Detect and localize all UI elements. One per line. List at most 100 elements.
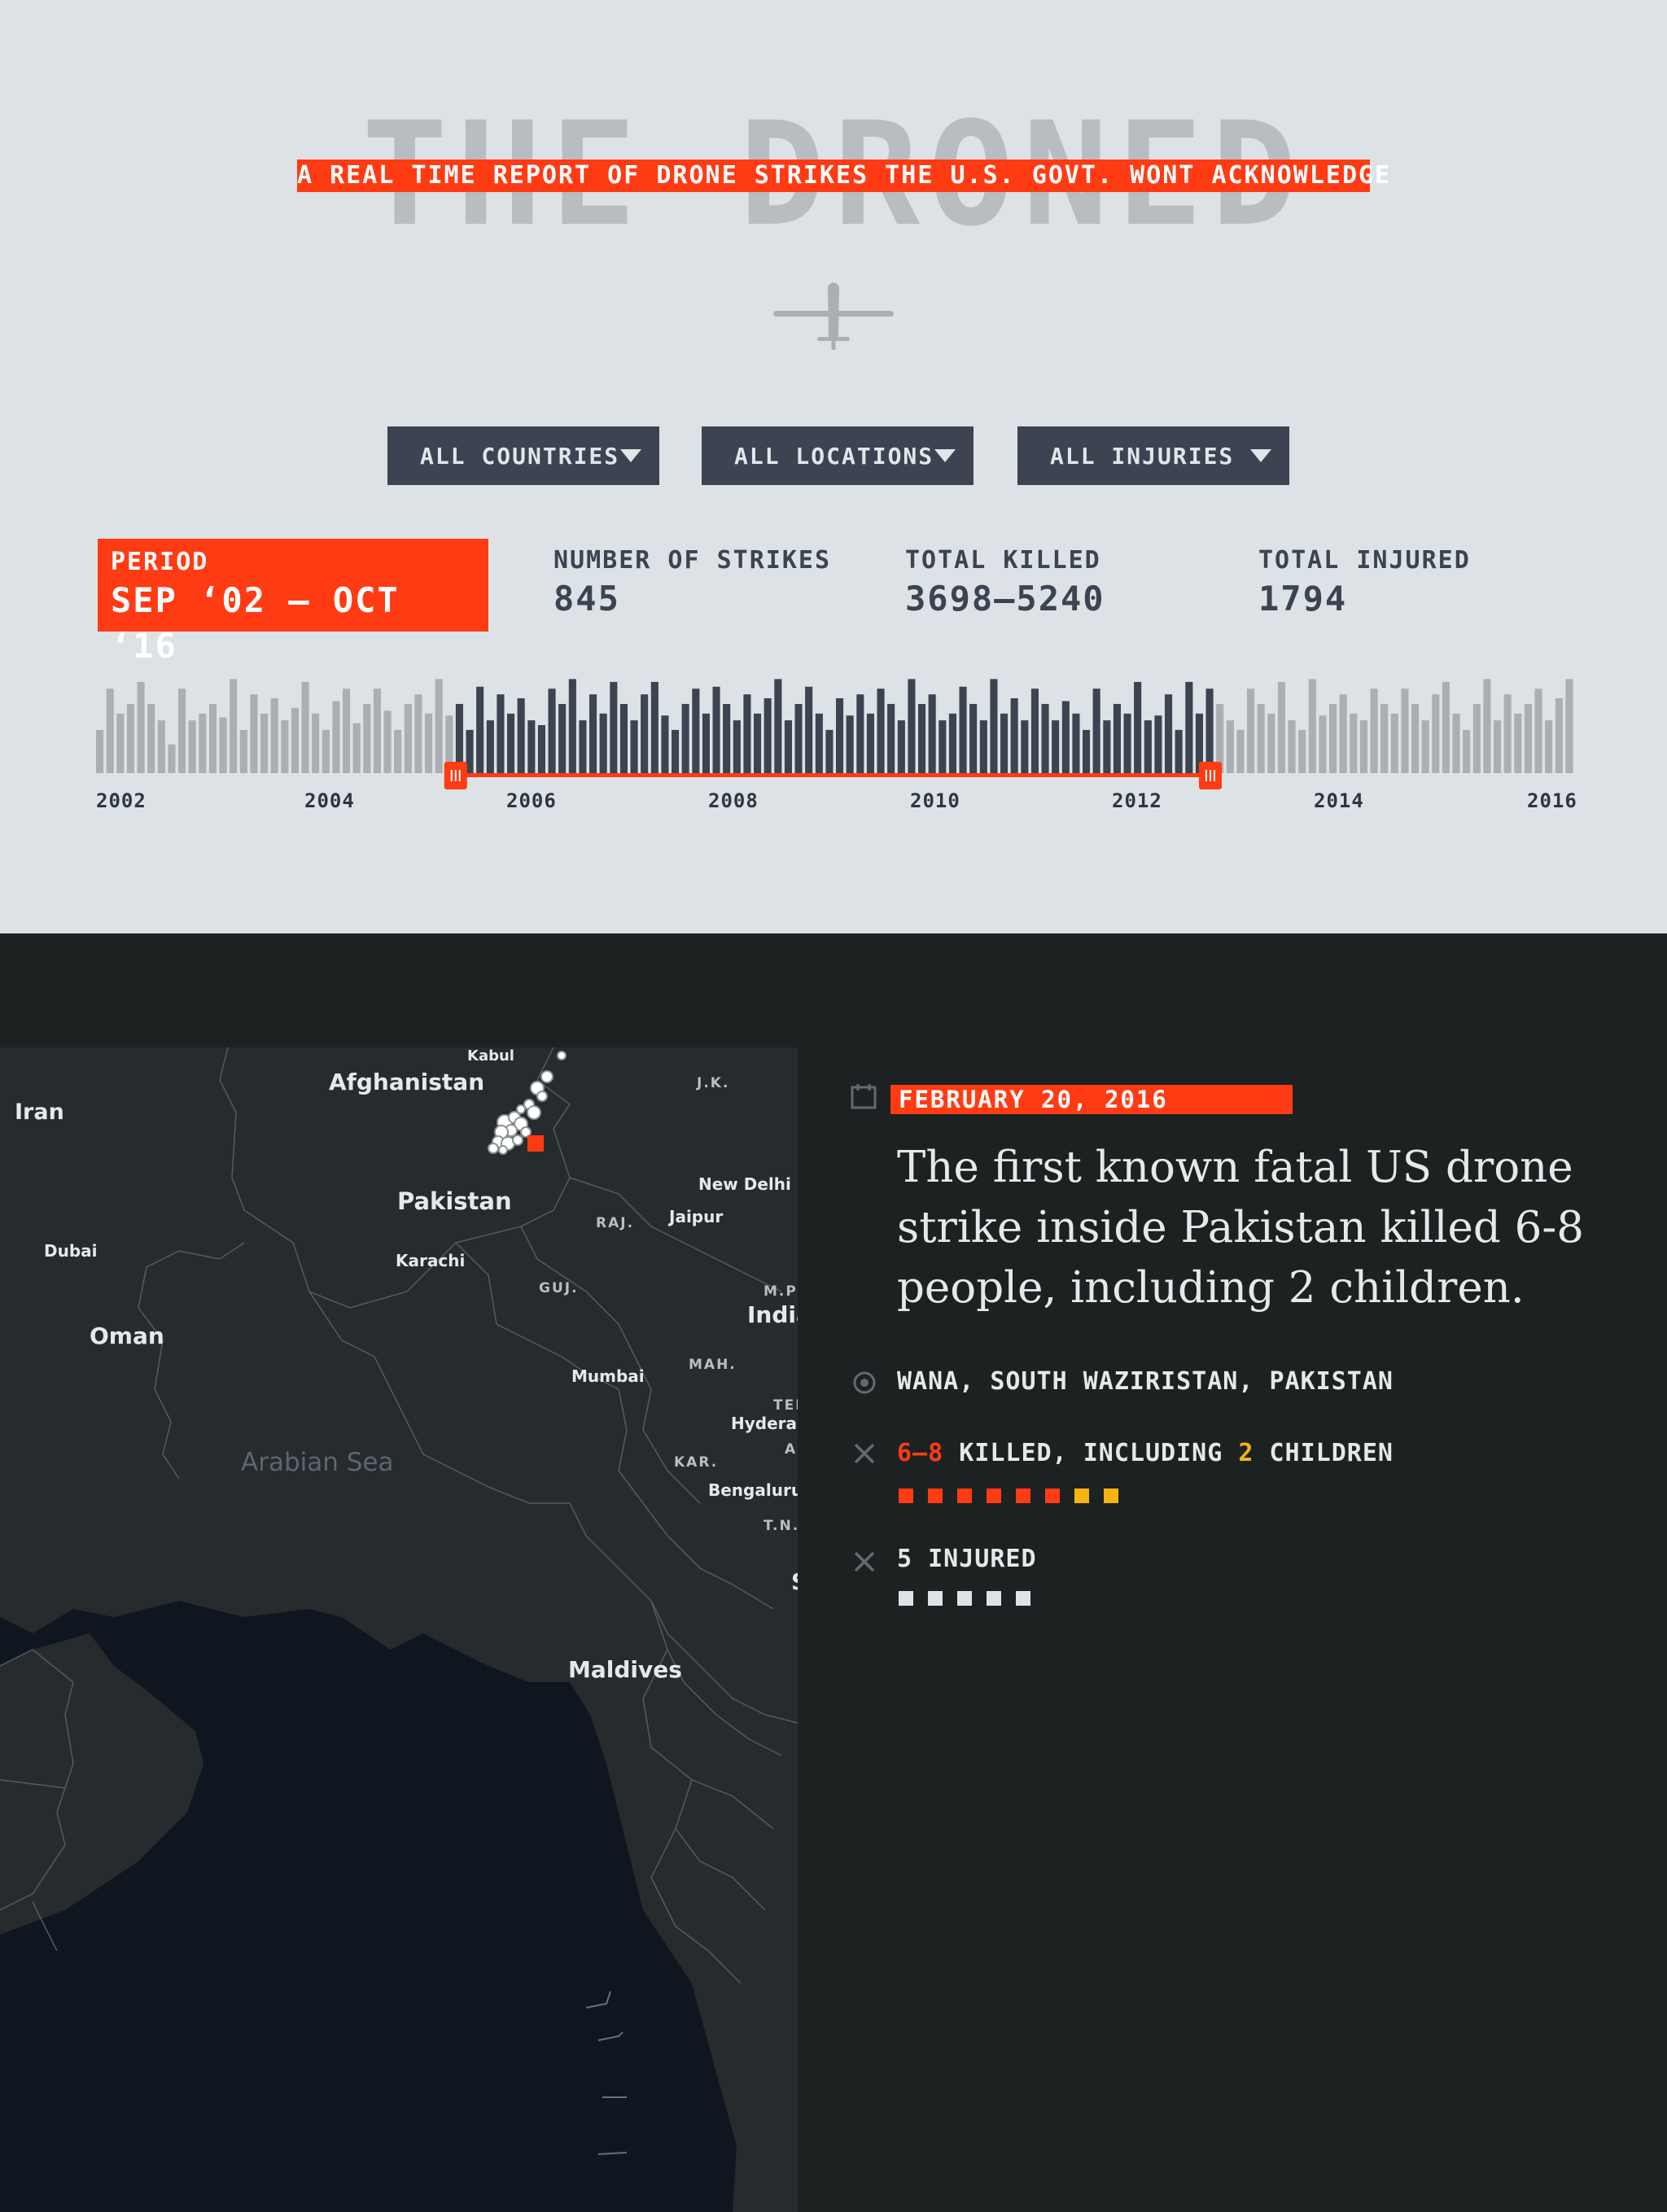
- timeline-bar: [230, 679, 238, 773]
- injured-stat: TOTAL INJURED 1794: [1258, 545, 1471, 622]
- injuries-filter-dropdown[interactable]: ALL INJURIES: [1017, 426, 1289, 485]
- timeline-year-label: 2016: [1527, 789, 1577, 812]
- map-label: M.P: [763, 1283, 798, 1300]
- timeline-bar: [1113, 704, 1121, 773]
- timeline-year-label: 2010: [910, 789, 960, 812]
- timeline-bar: [1257, 704, 1265, 773]
- timeline-bar: [1123, 713, 1131, 773]
- selected-strike-marker[interactable]: [527, 1135, 544, 1152]
- strike-map[interactable]: Kabul Afghanistan J.K. Iran New Delhi Pakista…: [0, 1047, 798, 2212]
- site-subtitle: A REAL TIME REPORT OF DRONE STRIKES THE …: [297, 160, 1389, 192]
- timeline-bar: [1339, 694, 1347, 773]
- timeline-bar: [1555, 698, 1563, 773]
- timeline-bar: [1472, 704, 1481, 773]
- timeline-bar: [137, 681, 145, 773]
- children-count: 2: [1238, 1439, 1254, 1467]
- injured-summary: 5 INJURED: [897, 1545, 1037, 1573]
- timeline-bar: [1185, 681, 1193, 773]
- timeline-bar: [1432, 694, 1440, 773]
- injured-label: TOTAL INJURED: [1258, 546, 1471, 575]
- timeline-bar: [1308, 679, 1316, 773]
- timeline-bar: [1267, 713, 1275, 773]
- timeline-year-label: 2012: [1112, 789, 1162, 812]
- injured-value: 1794: [1258, 579, 1348, 619]
- map-label: MAH.: [689, 1357, 737, 1373]
- timeline-bar: [979, 720, 987, 773]
- location-target-icon: [853, 1371, 876, 1394]
- timeline-bar: [630, 720, 638, 773]
- period-stat: PERIOD SEP ‘02 — OCT ‘16: [98, 539, 488, 666]
- timeline-bar: [1452, 713, 1460, 773]
- timeline-bar: [116, 713, 125, 773]
- close-x-icon: [854, 1551, 875, 1572]
- timeline-bar: [866, 713, 874, 773]
- timeline-bar: [836, 698, 844, 773]
- range-start-handle[interactable]: [444, 762, 467, 789]
- killed-casualty-square: [957, 1489, 972, 1503]
- timeline-bar: [948, 713, 956, 773]
- killed-text: KILLED, INCLUDING: [943, 1439, 1239, 1467]
- range-end-handle[interactable]: [1198, 762, 1222, 789]
- timeline-bar: [1134, 681, 1142, 773]
- timeline-bar: [661, 715, 669, 773]
- timeline-bar: [291, 707, 299, 773]
- timeline-bar: [1421, 720, 1429, 773]
- timeline-bar: [928, 694, 936, 773]
- timeline-bar: [1494, 720, 1502, 773]
- country-filter-dropdown[interactable]: ALL COUNTRIES: [387, 426, 659, 485]
- map-label: Pakistan: [397, 1187, 512, 1215]
- timeline-bar: [301, 681, 309, 773]
- timeline-bar: [486, 720, 494, 773]
- timeline-bar: [363, 704, 371, 773]
- strike-location: WANA, SOUTH WAZIRISTAN, PAKISTAN: [897, 1367, 1394, 1396]
- timeline-bar: [599, 713, 607, 773]
- timeline-bar: [373, 689, 381, 773]
- timeline-bar: [527, 720, 536, 773]
- timeline-bar: [1514, 713, 1522, 773]
- timeline-bar: [1154, 715, 1162, 773]
- timeline-bar: [1083, 729, 1091, 773]
- timeline-bar: [394, 729, 402, 773]
- location-filter-dropdown[interactable]: ALL LOCATIONS: [702, 426, 974, 485]
- injured-casualty-square: [1016, 1591, 1030, 1606]
- timeline-bar: [239, 729, 247, 773]
- map-label: Arabian Sea: [241, 1448, 394, 1477]
- timeline-bar: [990, 679, 998, 773]
- strike-timeline-histogram[interactable]: [96, 672, 1576, 794]
- timeline-bar: [1503, 694, 1512, 773]
- timeline-bar: [672, 729, 680, 773]
- timeline-bar: [939, 720, 947, 773]
- timeline-bar: [188, 720, 196, 773]
- timeline-bar: [1534, 689, 1542, 773]
- timeline-bar: [969, 704, 978, 773]
- map-label: Afghanistan: [329, 1069, 485, 1095]
- timeline-bar: [343, 689, 351, 773]
- timeline-bar: [784, 720, 792, 773]
- timeline-bar: [281, 720, 289, 773]
- timeline-year-label: 2014: [1314, 789, 1364, 812]
- timeline-bar: [774, 679, 782, 773]
- children-text: CHILDREN: [1254, 1439, 1394, 1467]
- timeline-bar: [877, 689, 885, 773]
- timeline-bar: [270, 698, 278, 773]
- timeline-bar: [712, 686, 720, 773]
- timeline-bar: [743, 694, 751, 773]
- timeline-bar: [908, 679, 916, 773]
- calendar-icon: [851, 1084, 877, 1109]
- timeline-bar: [1329, 704, 1337, 773]
- strike-story: The first known fatal US drone strike in…: [897, 1143, 1584, 1313]
- map-label: GUJ.: [539, 1280, 579, 1296]
- timeline-bar: [918, 704, 926, 773]
- timeline-bar: [106, 689, 114, 773]
- timeline-bar: [723, 704, 731, 773]
- timeline-bar: [126, 704, 134, 773]
- injured-casualty-square: [957, 1591, 972, 1606]
- timeline-bar: [856, 694, 864, 773]
- killed-summary: 6–8 KILLED, INCLUDING 2 CHILDREN: [897, 1439, 1394, 1467]
- timeline-bar: [589, 694, 597, 773]
- timeline-bar: [404, 704, 412, 773]
- timeline-bar: [641, 694, 649, 773]
- injured-casualty-square: [987, 1591, 1001, 1606]
- timeline-bar: [178, 689, 186, 773]
- timeline-year-label: 2002: [96, 789, 147, 812]
